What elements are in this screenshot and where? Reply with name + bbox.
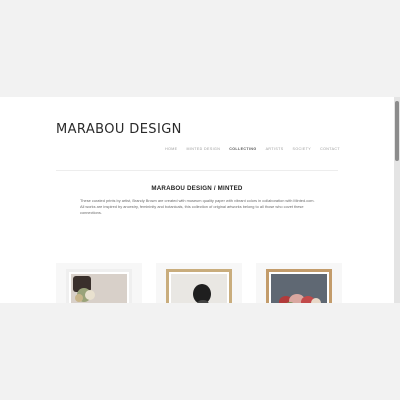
website-viewport: MARABOU DESIGN HOME MINTED DESIGN COLLEC… [0, 97, 394, 303]
product-card[interactable] [156, 263, 242, 303]
nav-home[interactable]: HOME [165, 147, 177, 151]
scrollbar-thumb[interactable] [395, 101, 399, 161]
nav-society[interactable]: SOCIETY [293, 147, 312, 151]
floral-still-life-print [71, 274, 127, 303]
bouquet-print [271, 274, 327, 303]
page-scrollbar[interactable] [394, 97, 400, 303]
main-nav: HOME MINTED DESIGN COLLECTING ARTISTS SO… [165, 147, 340, 151]
product-card[interactable] [56, 263, 142, 303]
figure-portrait-print [171, 274, 227, 303]
page-heading: MARABOU DESIGN / MINTED [151, 185, 243, 192]
print-frame [166, 269, 232, 303]
print-frame [266, 269, 332, 303]
header-divider [56, 170, 338, 171]
nav-contact[interactable]: CONTACT [320, 147, 340, 151]
product-grid [56, 263, 342, 303]
nav-artists[interactable]: ARTISTS [266, 147, 284, 151]
nav-collecting[interactable]: COLLECTING [229, 147, 256, 151]
print-frame [66, 269, 132, 303]
site-title[interactable]: MARABOU DESIGN [56, 122, 182, 137]
product-card[interactable] [256, 263, 342, 303]
intro-paragraph: These curated prints by artist, Brandy B… [80, 198, 315, 215]
nav-minted-design[interactable]: MINTED DESIGN [186, 147, 220, 151]
